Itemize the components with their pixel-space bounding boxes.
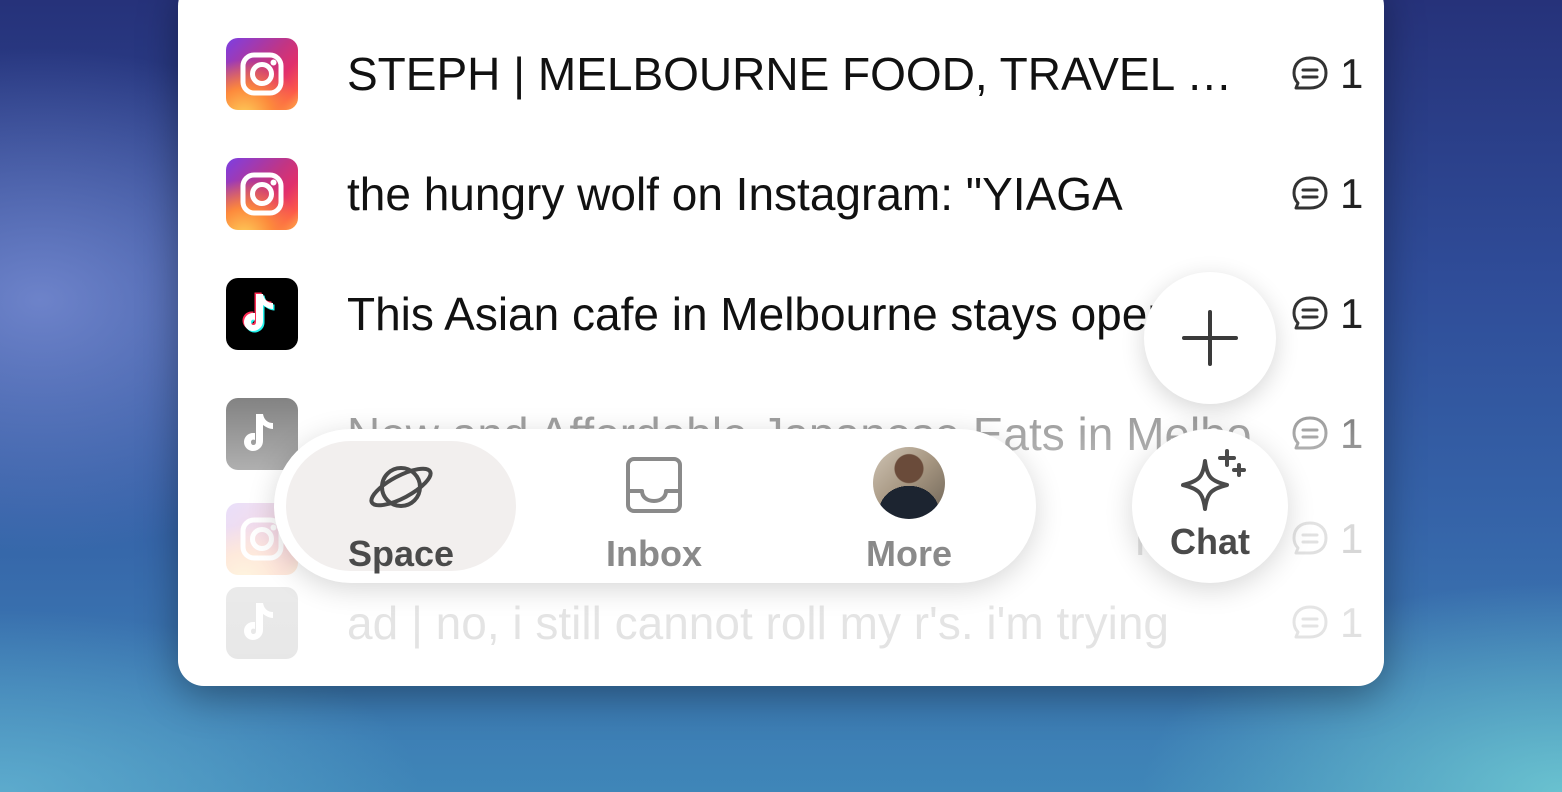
add-button[interactable] <box>1144 272 1276 404</box>
comment-count[interactable]: 1 <box>1290 514 1363 564</box>
comment-count-value: 1 <box>1340 50 1364 97</box>
nav-space[interactable]: Space <box>286 441 516 574</box>
instagram-icon <box>226 38 298 110</box>
comment-icon <box>1292 521 1328 555</box>
tiktok-icon <box>226 587 298 659</box>
comment-icon <box>1292 416 1328 450</box>
bottom-nav: Space Inbox More <box>274 429 1036 583</box>
tiktok-icon <box>226 278 298 350</box>
list-item[interactable]: the hungry wolf on Instagram: "YIAGA 1 <box>178 149 1384 239</box>
planet-icon <box>369 466 433 508</box>
comment-count[interactable]: 1 <box>1290 169 1363 219</box>
list-item[interactable]: ad | no, i still cannot roll my r's. i'm… <box>178 578 1384 668</box>
list-item[interactable]: STEPH | MELBOURNE FOOD, TRAVEL & LIFESTY… <box>178 29 1384 119</box>
instagram-icon <box>226 158 298 230</box>
tiktok-icon <box>226 398 298 470</box>
item-title: STEPH | MELBOURNE FOOD, TRAVEL & LIFESTY… <box>347 48 1252 100</box>
inbox-tray-icon <box>626 457 682 513</box>
nav-more-label: More <box>865 533 952 574</box>
sparkle-icon <box>1181 449 1246 511</box>
comment-count-value: 1 <box>1340 290 1364 337</box>
nav-more[interactable]: More <box>794 441 1024 574</box>
item-title: This Asian cafe in Melbourne stays open <box>347 288 1173 340</box>
comment-count-value: 1 <box>1340 170 1364 217</box>
comment-icon <box>1292 56 1328 90</box>
item-title: the hungry wolf on Instagram: "YIAGA <box>347 168 1123 220</box>
comment-count-value: 1 <box>1340 515 1364 562</box>
item-title: ad | no, i still cannot roll my r's. i'm… <box>347 597 1169 649</box>
comment-count-value: 1 <box>1340 599 1364 646</box>
comment-count[interactable]: 1 <box>1290 49 1363 99</box>
comment-icon <box>1292 176 1328 210</box>
plus-icon <box>1182 310 1238 366</box>
nav-space-label: Space <box>347 533 455 574</box>
comment-icon <box>1292 605 1328 639</box>
comment-count-value: 1 <box>1340 410 1364 457</box>
comment-count[interactable]: 1 <box>1290 598 1363 648</box>
comment-icon <box>1292 296 1328 330</box>
chat-label: Chat <box>1170 521 1250 562</box>
chat-button[interactable]: Chat <box>1132 429 1288 583</box>
nav-inbox-label: Inbox <box>606 533 702 574</box>
avatar <box>873 447 945 519</box>
nav-inbox[interactable]: Inbox <box>539 441 769 574</box>
comment-count[interactable]: 1 <box>1290 289 1363 339</box>
comment-count[interactable]: 1 <box>1290 409 1363 459</box>
